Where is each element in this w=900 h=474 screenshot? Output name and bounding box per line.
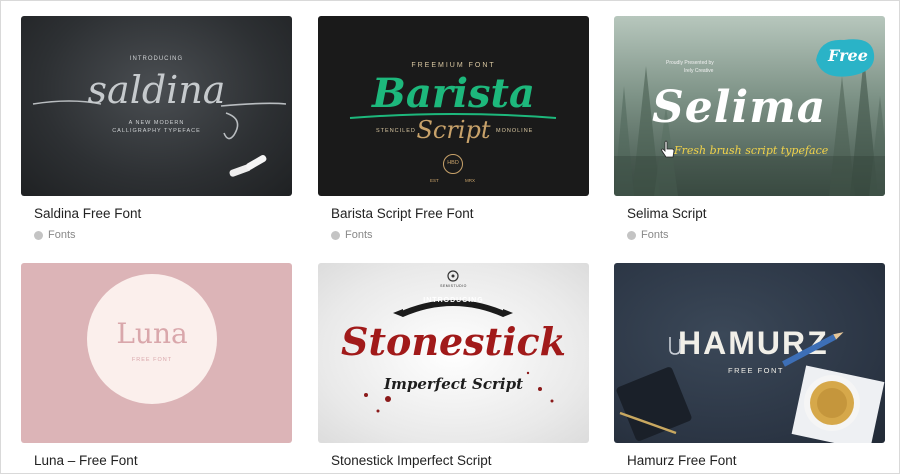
thumbnail-luna[interactable]: Luna FREE FONT [21, 263, 292, 443]
chalk-pieces-graphic [229, 155, 267, 177]
thumbnail-barista[interactable]: FREEMIUM FONT Barista STENCILED Script M… [318, 16, 589, 196]
card-hamurz[interactable]: HAMURZ FREE FONT Hamurz Free Font [614, 263, 885, 468]
thumb-word-barista: Barista [372, 70, 535, 117]
desk-objects-graphic [616, 332, 885, 443]
thumb-brand-text: SEMISTUDIO [440, 284, 467, 288]
thumb-sub-text: FREE FONT [131, 357, 173, 363]
card-category[interactable]: Fonts [331, 229, 589, 241]
thumb-word-luna: Luna [116, 317, 188, 350]
card-stonestick[interactable]: SEMISTUDIO INTRODUCING Stonestick Imperf… [318, 263, 589, 468]
card-category[interactable]: Fonts [627, 229, 885, 241]
card-saldina[interactable]: INTRODUCING saldina A NEW MODERN CALLIGR… [21, 16, 292, 241]
card-title[interactable]: Saldina Free Font [34, 206, 292, 221]
badge-left-text: EST [430, 178, 439, 183]
card-luna[interactable]: Luna FREE FONT Luna – Free Font [21, 263, 292, 468]
thumb-sub-text: Imperfect Script [383, 375, 524, 393]
thumbnail-selima[interactable]: Free Proudly Presented by Irely Creative… [614, 16, 885, 196]
card-barista[interactable]: FREEMIUM FONT Barista STENCILED Script M… [318, 16, 589, 241]
thumb-intro-text: INTRODUCING [129, 56, 184, 62]
category-label[interactable]: Fonts [48, 229, 76, 241]
category-label[interactable]: Fonts [641, 229, 669, 241]
card-title[interactable]: Luna – Free Font [34, 453, 292, 468]
category-dot-icon [34, 230, 43, 240]
thumbnail-stonestick[interactable]: SEMISTUDIO INTRODUCING Stonestick Imperf… [318, 263, 589, 443]
badge-text: HBD [447, 160, 459, 166]
thumb-free-text: Free [828, 46, 868, 65]
thumb-sub-1: A NEW MODERN [128, 120, 185, 126]
thumb-word-stonestick: Stonestick [341, 319, 566, 364]
thumb-word-saldina: saldina [87, 68, 226, 112]
thumb-sub-text: Fresh brush script typeface [674, 144, 829, 157]
card-title[interactable]: Barista Script Free Font [331, 206, 589, 221]
card-title[interactable]: Stonestick Imperfect Script [331, 453, 589, 468]
category-label[interactable]: Fonts [345, 229, 373, 241]
card-selima[interactable]: Free Proudly Presented by Irely Creative… [614, 16, 885, 241]
font-grid: INTRODUCING saldina A NEW MODERN CALLIGR… [21, 16, 885, 474]
card-category[interactable]: Fonts [34, 229, 292, 241]
thumb-top-text: FREEMIUM FONT [411, 62, 496, 69]
card-title[interactable]: Hamurz Free Font [627, 453, 885, 468]
thumb-sub-2: CALLIGRAPHY TYPEFACE [112, 128, 201, 134]
thumb-small-text: Proudly Presented by [666, 60, 714, 66]
category-dot-icon [331, 230, 340, 240]
card-title[interactable]: Selima Script [627, 206, 885, 221]
thumb-right-text: MONOLINE [496, 128, 534, 134]
thumb-word-script: Script [416, 116, 491, 144]
thumb-word-selima: Selima [652, 82, 827, 133]
semistudio-logo-icon [447, 270, 459, 282]
introducing-banner-graphic [393, 300, 513, 317]
thumbnail-hamurz[interactable]: HAMURZ FREE FONT [614, 263, 885, 443]
thumb-brand-text: Irely Creative [684, 68, 714, 74]
hand-cursor-icon [661, 140, 675, 158]
badge-right-text: MRX [465, 178, 475, 183]
thumb-banner-text: INTRODUCING [423, 297, 484, 304]
thumbnail-saldina[interactable]: INTRODUCING saldina A NEW MODERN CALLIGR… [21, 16, 292, 196]
category-dot-icon [627, 230, 636, 240]
